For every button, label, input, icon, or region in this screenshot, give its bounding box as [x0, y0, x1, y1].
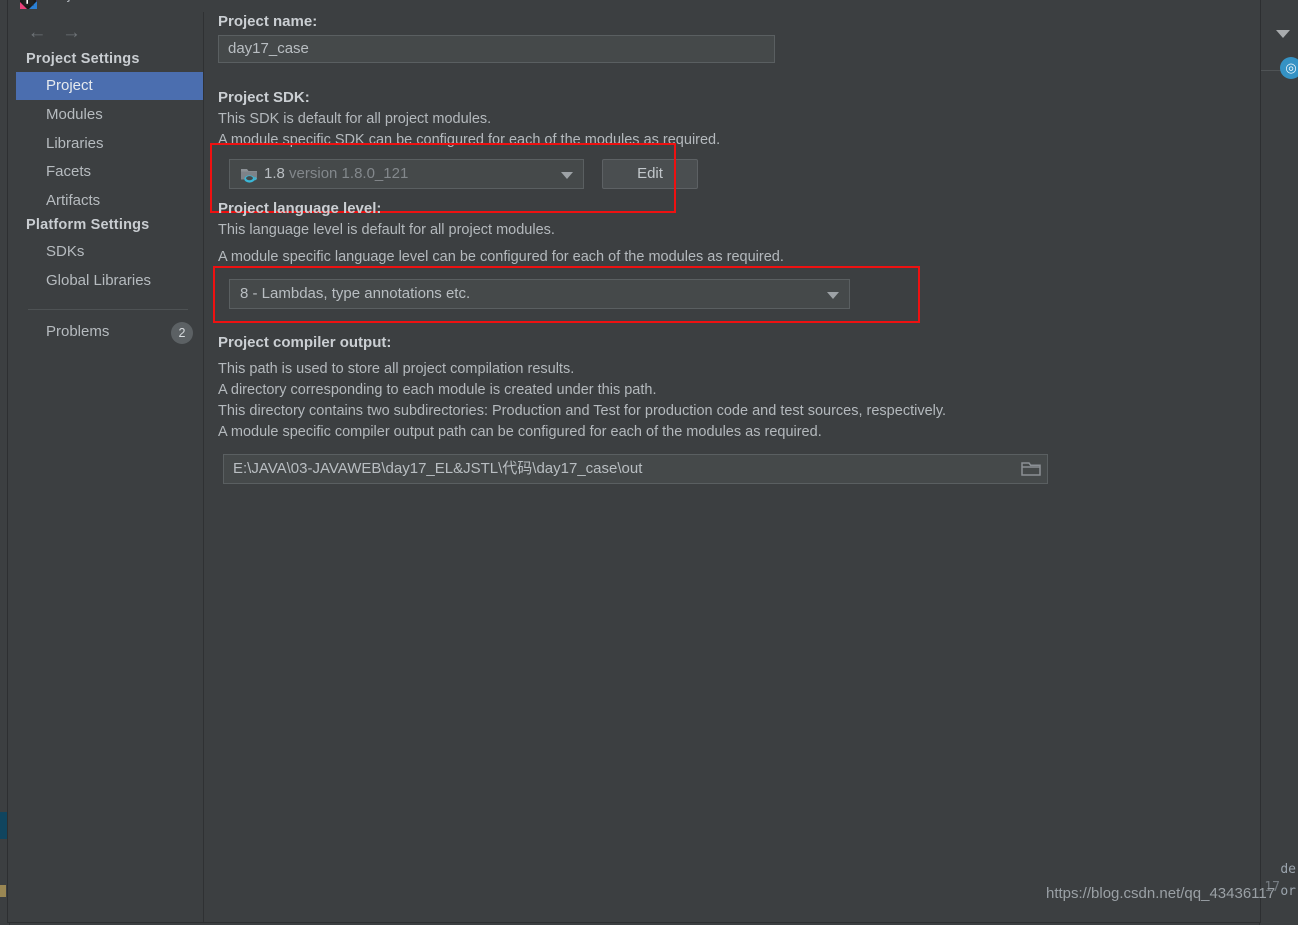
sidebar-item-global-libraries[interactable]: Global Libraries	[16, 267, 203, 295]
navigation-arrows: ← →	[22, 22, 86, 48]
compiler-output-description-4: A module specific compiler output path c…	[218, 424, 822, 440]
compiler-output-path-field[interactable]: E:\JAVA\03-JAVAWEB\day17_EL&JSTL\代码\day1…	[223, 454, 1048, 484]
problems-count-badge: 2	[171, 322, 193, 344]
chevron-down-icon	[1276, 30, 1290, 38]
sidebar-group-project-settings: Project Settings	[26, 51, 140, 67]
sidebar-group-platform-settings: Platform Settings	[26, 217, 150, 233]
close-icon[interactable]: ✕	[1228, 0, 1248, 4]
background-code-fragment-1: de	[1280, 862, 1296, 877]
project-sdk-label: Project SDK:	[218, 89, 310, 106]
project-sdk-dropdown-arrow-icon[interactable]	[561, 172, 573, 179]
project-settings-panel: Project name: day17_case Project SDK: Th…	[204, 12, 1275, 922]
sidebar-item-sdks[interactable]: SDKs	[16, 238, 203, 266]
watermark-text: https://blog.csdn.net/qq_43436117	[1046, 885, 1276, 902]
compiler-output-description-3: This directory contains two subdirectori…	[218, 403, 947, 419]
background-right-row-1	[1260, 0, 1298, 23]
project-sdk-name: 1.8	[264, 165, 285, 182]
edit-sdk-button[interactable]: Edit	[602, 159, 698, 189]
compiler-output-description-2: A directory corresponding to each module…	[218, 382, 657, 398]
jdk-folder-icon	[241, 169, 257, 183]
project-sdk-combobox[interactable]: 1.8 version 1.8.0_121	[229, 159, 584, 189]
language-level-value: 8 - Lambdas, type annotations etc.	[240, 285, 471, 302]
language-level-description-2: A module specific language level can be …	[218, 249, 784, 265]
compiler-output-path-value: E:\JAVA\03-JAVAWEB\day17_EL&JSTL\代码\day1…	[233, 460, 643, 477]
back-arrow-icon[interactable]: ←	[22, 22, 52, 44]
project-sdk-value: 1.8 version 1.8.0_121	[264, 160, 551, 188]
sidebar-item-facets[interactable]: Facets	[16, 158, 203, 186]
intellij-idea-icon	[20, 0, 37, 9]
screen-root: ◎ de or 17 Project Structure ✕ ←	[0, 0, 1298, 925]
project-structure-dialog: Project Structure ✕ ← → Project Settings…	[8, 0, 1275, 922]
background-right-panel: ◎ de or	[1259, 0, 1298, 925]
background-code-fragment-2: or	[1280, 884, 1296, 899]
browse-folder-icon[interactable]	[1021, 460, 1041, 478]
sidebar-item-project[interactable]: Project	[16, 72, 203, 100]
background-left-selection-marker	[0, 812, 8, 839]
language-level-dropdown-arrow-icon[interactable]	[827, 292, 839, 299]
sidebar-item-libraries[interactable]: Libraries	[16, 130, 203, 158]
language-level-label: Project language level:	[218, 200, 382, 217]
language-level-combobox[interactable]: 8 - Lambdas, type annotations etc.	[229, 279, 850, 309]
background-badge-icon: ◎	[1280, 57, 1298, 79]
project-name-input[interactable]: day17_case	[218, 35, 775, 63]
forward-arrow-icon[interactable]: →	[56, 22, 86, 44]
dialog-title: Project Structure	[44, 0, 156, 3]
background-left-bookmark-marker	[0, 885, 6, 897]
project-sdk-description-2: A module specific SDK can be configured …	[218, 132, 721, 148]
sidebar-item-artifacts[interactable]: Artifacts	[16, 187, 203, 215]
sidebar-item-modules[interactable]: Modules	[16, 101, 203, 129]
language-level-description-1: This language level is default for all p…	[218, 222, 555, 238]
compiler-output-label: Project compiler output:	[218, 334, 392, 351]
project-sdk-version: version 1.8.0_121	[289, 165, 409, 182]
settings-sidebar: ← → Project Settings Project Modules Lib…	[16, 12, 204, 922]
project-name-label: Project name:	[218, 13, 318, 30]
compiler-output-description-1: This path is used to store all project c…	[218, 361, 575, 377]
project-sdk-description-1: This SDK is default for all project modu…	[218, 111, 492, 127]
sidebar-divider	[28, 309, 188, 310]
